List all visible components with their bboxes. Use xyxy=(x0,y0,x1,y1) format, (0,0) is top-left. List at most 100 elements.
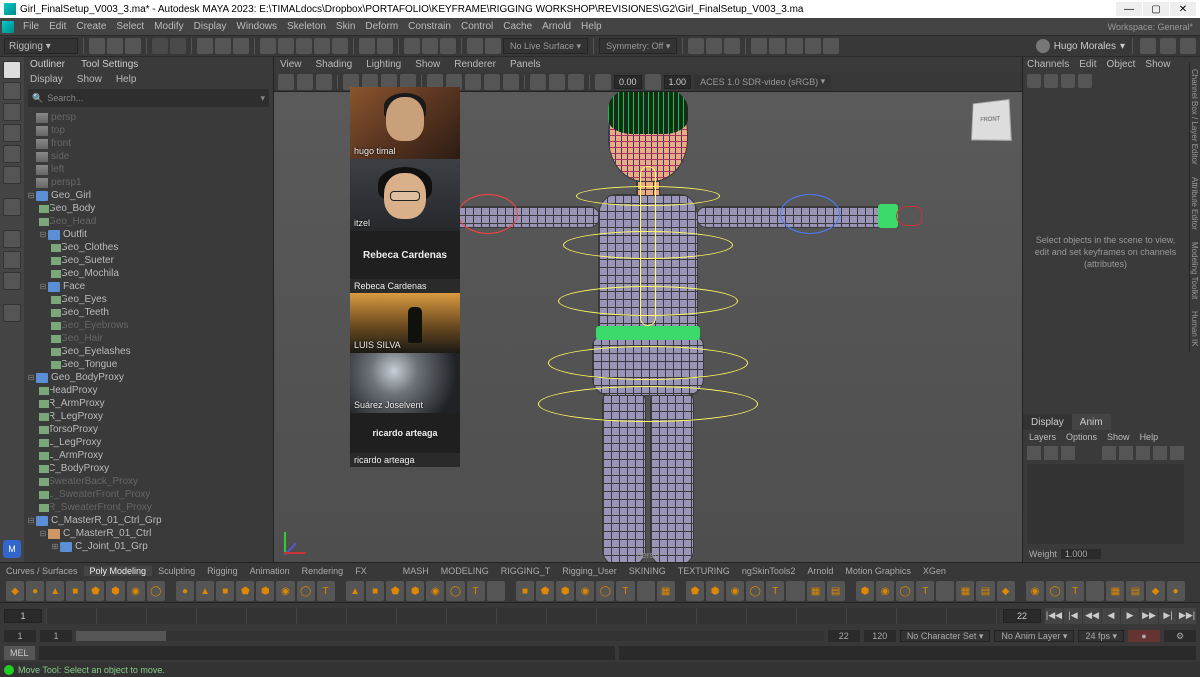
playback-button[interactable]: |◀ xyxy=(1064,608,1082,624)
vp-colorspace-dropdown[interactable]: ACES 1.0 SDR-video (sRGB) ▾ xyxy=(694,75,831,89)
shelf-icon[interactable] xyxy=(1086,581,1104,601)
render-icon[interactable] xyxy=(404,38,420,54)
outliner-node[interactable]: ⊞Geo_Teeth xyxy=(26,306,271,319)
shelf-icon[interactable]: ▲ xyxy=(346,581,364,601)
vp-xray-joints-icon[interactable] xyxy=(568,74,584,90)
shelf-icon[interactable]: ⬢ xyxy=(256,581,274,601)
shelf-icon[interactable]: ▤ xyxy=(827,581,845,601)
layout-four-icon[interactable] xyxy=(3,251,21,269)
rotate-tool-icon[interactable] xyxy=(3,145,21,163)
weight-field[interactable]: 1.000 xyxy=(1061,549,1101,559)
shelf-tab[interactable]: Motion Graphics xyxy=(839,566,917,576)
shelf-icon[interactable]: ⬢ xyxy=(106,581,124,601)
module-selector[interactable]: Rigging ▾ xyxy=(4,38,78,54)
videochat-overlay[interactable]: hugo timal itzel Rebeca Cardenas Rebeca … xyxy=(350,87,460,467)
open-scene-icon[interactable] xyxy=(107,38,123,54)
new-scene-icon[interactable] xyxy=(89,38,105,54)
shelf-icon[interactable]: ◯ xyxy=(1046,581,1064,601)
shelf-icon[interactable]: ■ xyxy=(516,581,534,601)
range-end-outer[interactable]: 120 xyxy=(864,630,896,642)
vp-frame-field[interactable]: 0.00 xyxy=(614,75,642,89)
shelf-tab[interactable]: Animation xyxy=(244,566,296,576)
vp-exposure-field[interactable]: 1.00 xyxy=(664,75,692,89)
shelf-tab[interactable]: TEXTURING xyxy=(672,566,736,576)
layer-options-menu[interactable]: Options xyxy=(1066,432,1097,442)
last-tool-icon[interactable] xyxy=(3,198,21,216)
menu-cache[interactable]: Cache xyxy=(498,21,537,32)
layer-e-icon[interactable] xyxy=(1170,446,1184,460)
vtab-attribute-editor[interactable]: Attribute Editor xyxy=(1189,171,1199,236)
vtab-channelbox[interactable]: Channel Box / Layer Editor xyxy=(1189,63,1199,171)
outliner-node[interactable]: ⊞Geo_Mochila xyxy=(26,267,271,280)
cb-channels-menu[interactable]: Channels xyxy=(1027,59,1069,70)
outliner-node[interactable]: persp xyxy=(26,111,271,124)
outliner-node[interactable]: left xyxy=(26,163,271,176)
shelf-icon[interactable]: ⬟ xyxy=(536,581,554,601)
autokey-icon[interactable]: ● xyxy=(1128,630,1160,642)
shelf-icon[interactable]: ◯ xyxy=(297,581,315,601)
outliner-show-menu[interactable]: Show xyxy=(77,74,102,85)
shelf-icon[interactable]: ▲ xyxy=(196,581,214,601)
menu-create[interactable]: Create xyxy=(71,21,111,32)
outliner-node[interactable]: ⊟Outfit xyxy=(26,228,271,241)
scale-tool-icon[interactable] xyxy=(3,166,21,184)
shelf-tab[interactable]: Arnold xyxy=(801,566,839,576)
shelf-icon[interactable]: T xyxy=(616,581,634,601)
shelf-icon[interactable]: ◉ xyxy=(876,581,894,601)
shelf-icon[interactable] xyxy=(936,581,954,601)
shelf-tab[interactable]: Poly Modeling xyxy=(84,566,153,576)
shelf-icon[interactable]: ▤ xyxy=(1126,581,1144,601)
shelf-icon[interactable]: ● xyxy=(176,581,194,601)
shelf-icon[interactable]: T xyxy=(317,581,335,601)
outliner-node[interactable]: ⊟C_MasterR_01_Ctrl xyxy=(26,527,271,540)
shelf-icon[interactable]: ■ xyxy=(66,581,84,601)
cb-tool-3-icon[interactable] xyxy=(1061,74,1075,88)
vp-exposure-icon[interactable] xyxy=(595,74,611,90)
vp-xray-icon[interactable] xyxy=(549,74,565,90)
vc-tile-1[interactable]: hugo timal xyxy=(350,87,460,159)
shelf-icon[interactable]: ◯ xyxy=(896,581,914,601)
outliner-node[interactable]: front xyxy=(26,137,271,150)
shelf-icon[interactable]: T xyxy=(467,581,485,601)
outliner-node[interactable]: ⊞Geo_Eyes xyxy=(26,293,271,306)
layer-c-icon[interactable] xyxy=(1136,446,1150,460)
vp-view-menu[interactable]: View xyxy=(280,59,302,70)
workspace-label[interactable]: Workspace: General* xyxy=(1103,22,1198,32)
outliner-node[interactable]: ⊞L_SweaterFront_Proxy xyxy=(26,488,271,501)
vp-panels-menu[interactable]: Panels xyxy=(510,59,541,70)
menu-arnold[interactable]: Arnold xyxy=(537,21,576,32)
shelf-icon[interactable]: ⬢ xyxy=(406,581,424,601)
shelf-icon[interactable]: ▦ xyxy=(657,581,675,601)
shelf-icon[interactable]: ◉ xyxy=(127,581,145,601)
time-track[interactable] xyxy=(46,608,999,624)
ipr-icon[interactable] xyxy=(422,38,438,54)
move-tool-icon[interactable] xyxy=(3,124,21,142)
vp-camera-icon[interactable] xyxy=(278,74,294,90)
layout-single-icon[interactable] xyxy=(3,230,21,248)
symmetry-dropdown[interactable]: Symmetry: Off ▾ xyxy=(599,38,677,54)
outliner-node[interactable]: ⊟C_MasterR_01_Ctrl_Grp xyxy=(26,514,271,527)
shelf-icon[interactable]: ◉ xyxy=(1026,581,1044,601)
misc-icon-4[interactable] xyxy=(751,38,767,54)
viewcube[interactable]: FRONT xyxy=(971,99,1012,141)
shelf-icon[interactable]: ■ xyxy=(366,581,384,601)
layer-help-menu[interactable]: Help xyxy=(1140,432,1159,442)
outliner-node[interactable]: side xyxy=(26,150,271,163)
shelf-icon[interactable]: ◯ xyxy=(596,581,614,601)
more-icon[interactable] xyxy=(1180,38,1196,54)
minimize-button[interactable]: — xyxy=(1116,2,1142,16)
menu-edit[interactable]: Edit xyxy=(44,21,71,32)
playback-button[interactable]: ▶ xyxy=(1121,608,1139,624)
range-start-outer[interactable]: 1 xyxy=(4,630,36,642)
time-start-field[interactable]: 1 xyxy=(4,609,42,623)
layer-up-icon[interactable] xyxy=(1044,446,1058,460)
outliner-node[interactable]: ⊞Geo_Head xyxy=(26,215,271,228)
shelf-icon[interactable]: ◆ xyxy=(997,581,1015,601)
playback-button[interactable]: ◀◀ xyxy=(1083,608,1101,624)
outliner-node[interactable]: ⊞R_LegProxy xyxy=(26,410,271,423)
shelf-icon[interactable] xyxy=(637,581,655,601)
shelf-icon[interactable]: ● xyxy=(1167,581,1185,601)
menu-constrain[interactable]: Constrain xyxy=(403,21,456,32)
panel-icon[interactable] xyxy=(1160,38,1176,54)
misc-icon-8[interactable] xyxy=(823,38,839,54)
